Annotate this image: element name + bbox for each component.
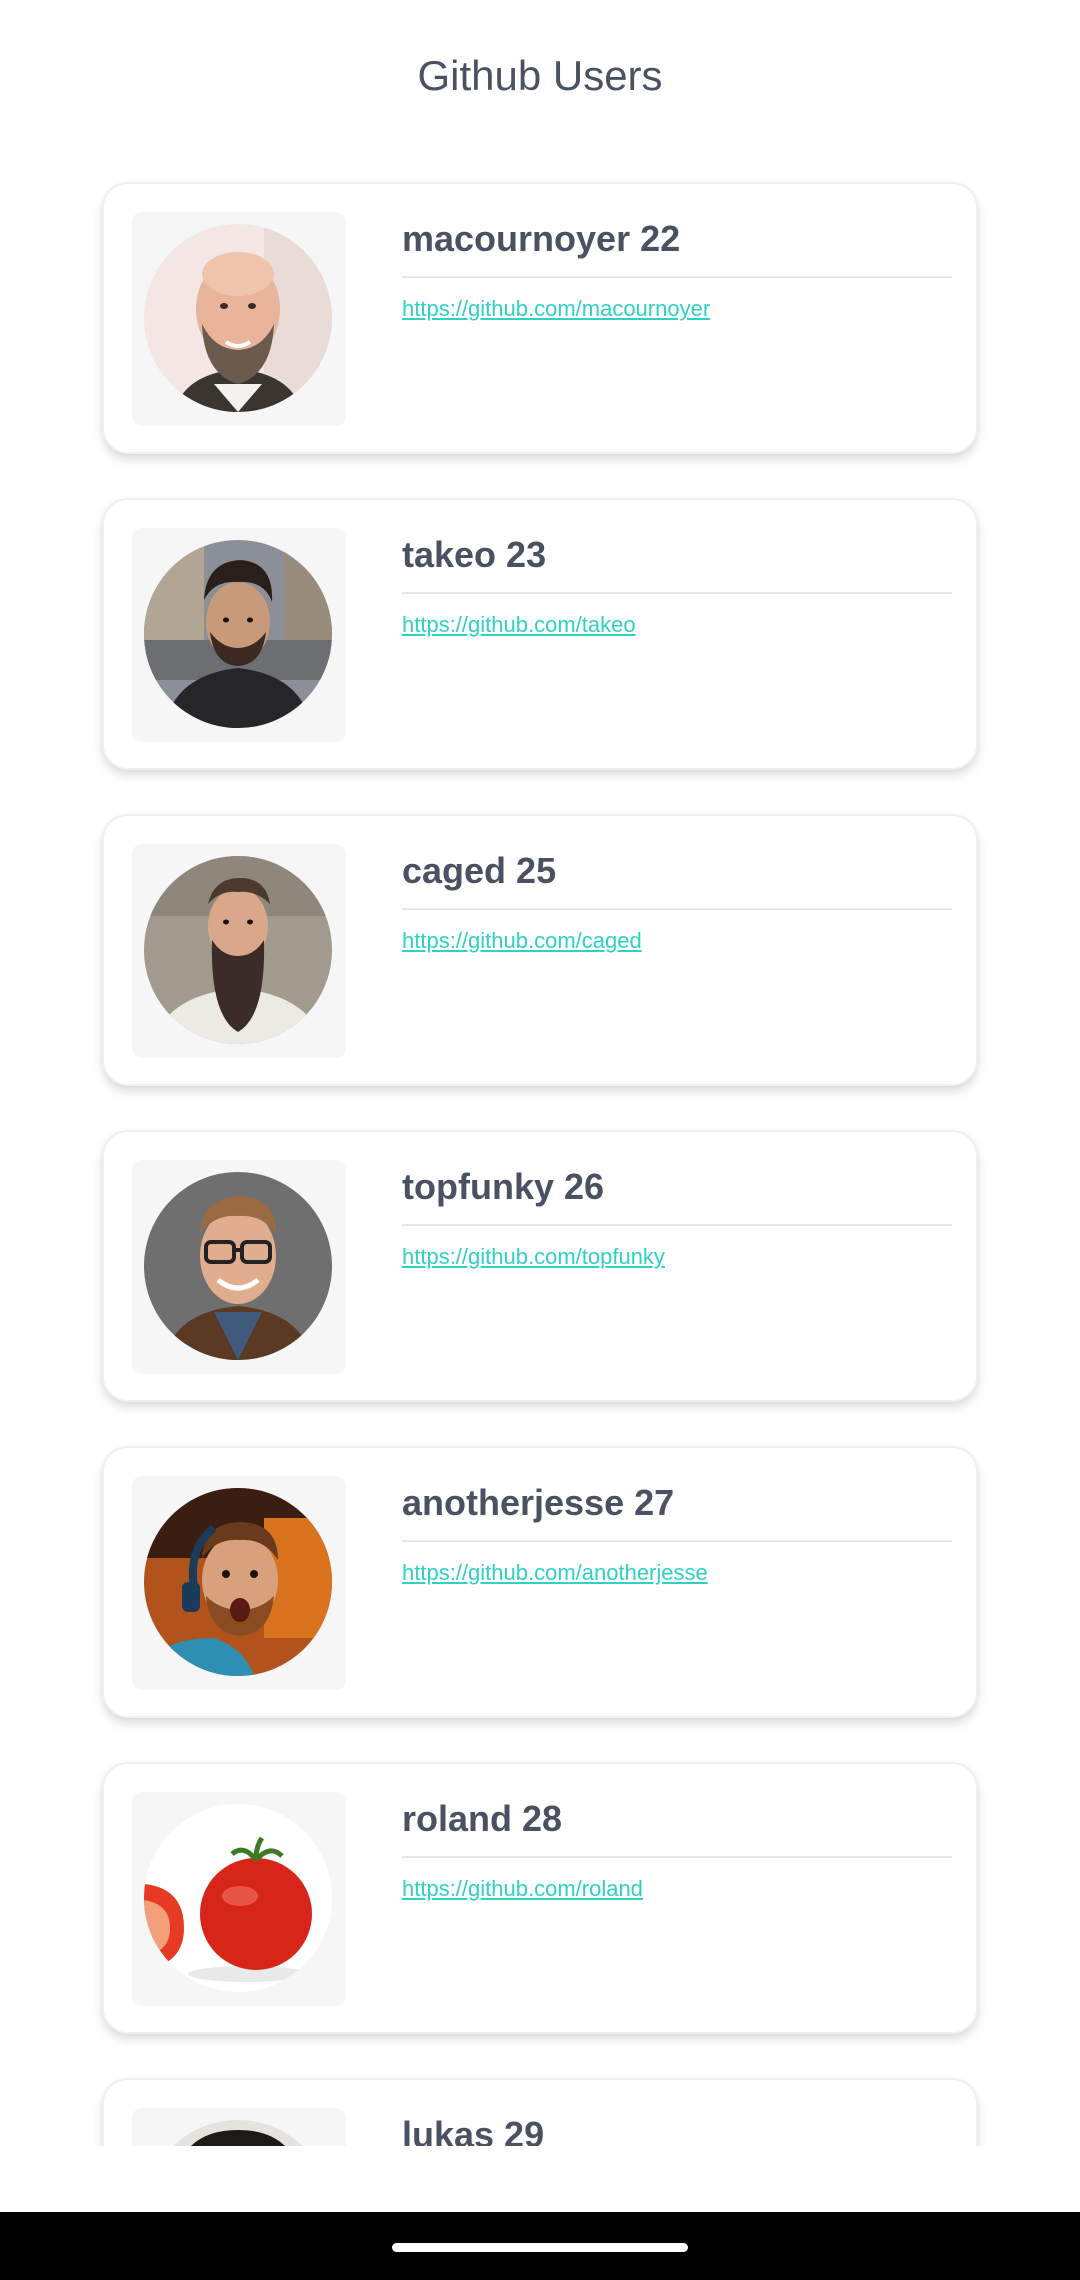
man-dark-coat-photo-icon — [144, 540, 332, 728]
app-screen: Github Users macournoyer 22 https://gith… — [0, 0, 1080, 2280]
user-card[interactable]: takeo 23 https://github.com/takeo — [102, 498, 978, 770]
man-glasses-photo-icon — [144, 1172, 332, 1360]
tomato-photo-icon — [144, 1804, 332, 1992]
user-name: lukas 29 — [402, 2114, 545, 2146]
user-name: takeo 23 — [402, 534, 547, 575]
user-card[interactable]: topfunky 26 https://github.com/topfunky — [102, 1130, 978, 1402]
user-card[interactable]: anotherjesse 27 https://github.com/anoth… — [102, 1446, 978, 1718]
divider — [402, 592, 952, 594]
page-title: Github Users — [417, 52, 663, 99]
avatar-container — [132, 1160, 346, 1374]
user-list[interactable]: Github Users macournoyer 22 https://gith… — [0, 0, 1080, 2146]
user-card[interactable]: lukas 29 — [102, 2078, 978, 2146]
avatar-container — [132, 1792, 346, 2006]
user-name: macournoyer 22 — [402, 218, 681, 259]
avatar[interactable] — [144, 224, 332, 412]
avatar[interactable] — [144, 540, 332, 728]
divider — [402, 908, 952, 910]
user-card[interactable]: roland 28 https://github.com/roland — [102, 1762, 978, 2034]
avatar-container — [132, 528, 346, 742]
profile-link[interactable]: https://github.com/roland — [402, 1876, 643, 1902]
avatar-container — [132, 212, 346, 426]
user-name: topfunky 26 — [402, 1166, 605, 1207]
divider — [402, 1540, 952, 1542]
long-beard-man-photo-icon — [144, 856, 332, 1044]
profile-link[interactable]: https://github.com/takeo — [402, 612, 636, 638]
bald-bearded-man-photo-icon — [144, 224, 332, 412]
user-name: roland 28 — [402, 1798, 563, 1839]
avatar[interactable] — [144, 2120, 332, 2146]
divider — [402, 276, 952, 278]
divider — [402, 1224, 952, 1226]
profile-link[interactable]: https://github.com/anotherjesse — [402, 1560, 708, 1586]
avatar-container — [132, 1476, 346, 1690]
man-headphones-photo-icon — [144, 1488, 332, 1676]
profile-link[interactable]: https://github.com/caged — [402, 928, 642, 954]
person-dark-hair-photo-icon — [144, 2120, 332, 2146]
avatar[interactable] — [144, 856, 332, 1044]
avatar-container — [132, 2108, 346, 2146]
user-card[interactable]: caged 25 https://github.com/caged — [102, 814, 978, 1086]
profile-link[interactable]: https://github.com/macournoyer — [402, 296, 710, 322]
divider — [402, 1856, 952, 1858]
profile-link[interactable]: https://github.com/topfunky — [402, 1244, 665, 1270]
avatar[interactable] — [144, 1172, 332, 1360]
avatar[interactable] — [144, 1804, 332, 1992]
user-name: caged 25 — [402, 850, 557, 891]
home-indicator[interactable] — [392, 2243, 688, 2252]
avatar-container — [132, 844, 346, 1058]
user-card[interactable]: macournoyer 22 https://github.com/macour… — [102, 182, 978, 454]
user-name: anotherjesse 27 — [402, 1482, 675, 1523]
avatar[interactable] — [144, 1488, 332, 1676]
